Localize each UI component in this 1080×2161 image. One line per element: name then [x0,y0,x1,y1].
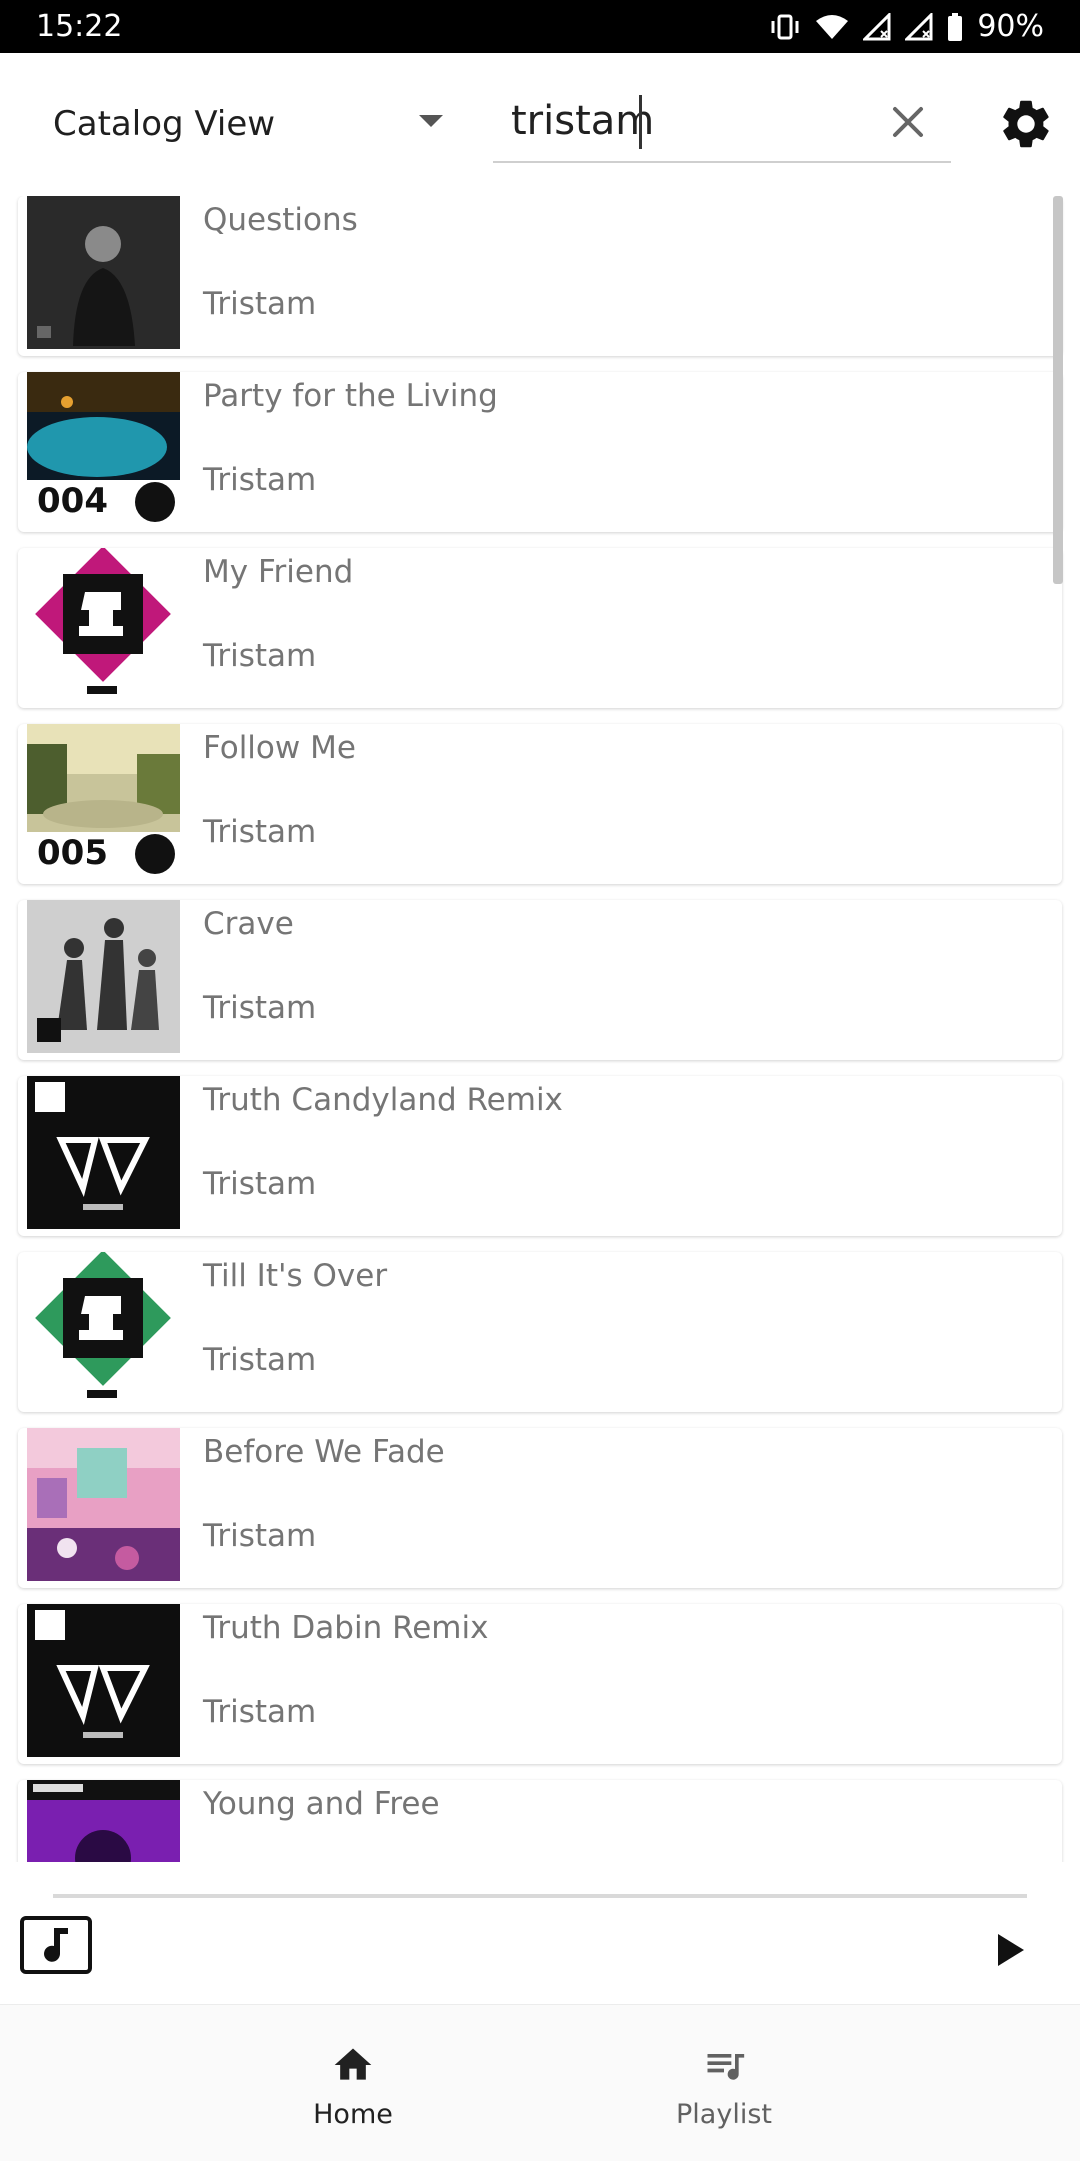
track-artist: Tristam [203,990,317,1026]
track-title: Before We Fade [203,1434,445,1470]
dropdown-caret-icon [419,115,443,127]
track-title: Truth Dabin Remix [203,1610,489,1646]
track-row[interactable]: Young and Free [18,1780,1062,1862]
mini-player [0,1862,1080,2004]
nav-home-label: Home [313,2099,393,2130]
album-art: 004 [27,372,180,525]
bottom-navigation: Home Playlist [0,2004,1080,2161]
catalog-view-dropdown[interactable]: Catalog View [53,91,443,157]
status-bar: 15:22 90% [0,0,1080,53]
text-cursor [639,95,642,149]
track-title: Questions [203,202,358,238]
home-icon [334,2048,372,2080]
album-art [27,196,180,349]
track-title: Young and Free [203,1786,440,1822]
track-title: Follow Me [203,730,356,766]
track-title: Crave [203,906,294,942]
track-title: My Friend [203,554,354,590]
album-art [27,548,180,701]
search-box [493,83,951,163]
album-art [27,1428,180,1581]
track-row[interactable]: Crave Tristam [18,900,1062,1060]
track-artist: Tristam [203,1342,317,1378]
list-scrollbar[interactable] [1053,196,1063,584]
album-art: 005 [27,724,180,877]
track-row[interactable]: My Friend Tristam [18,548,1062,708]
track-title: Till It's Over [203,1258,388,1294]
settings-button[interactable] [997,95,1055,153]
track-row[interactable]: Truth Dabin Remix Tristam [18,1604,1062,1764]
nav-playlist-label: Playlist [676,2099,772,2130]
svg-text:005: 005 [37,833,108,873]
play-button[interactable] [994,1932,1026,1968]
status-icons: 90% [769,9,1044,44]
track-row[interactable]: 004 Party for the Living Tristam [18,372,1062,532]
svg-text:004: 004 [37,481,108,521]
signal-icon-2 [905,12,933,41]
close-icon [893,107,923,137]
track-row[interactable]: Truth Candyland Remix Tristam [18,1076,1062,1236]
track-row[interactable]: 005 Follow Me Tristam [18,724,1062,884]
track-list: Questions Tristam 004 Party for the Livi… [0,196,1080,1862]
battery-percent: 90% [977,9,1044,44]
track-row[interactable]: Till It's Over Tristam [18,1252,1062,1412]
track-artist: Tristam [203,814,317,850]
track-artist: Tristam [203,462,317,498]
wifi-icon [815,13,849,41]
battery-icon [947,12,963,41]
toolbar: Catalog View [0,53,1080,196]
track-artist: Tristam [203,1694,317,1730]
album-art [27,1076,180,1229]
catalog-view-label: Catalog View [53,104,276,144]
playback-progress[interactable] [53,1894,1027,1898]
track-artist: Tristam [203,286,317,322]
playlist-icon [707,2054,745,2080]
clear-search-button[interactable] [885,99,931,145]
nav-home[interactable]: Home [253,2005,453,2161]
track-row[interactable]: Questions Tristam [18,196,1062,356]
gear-icon [1003,100,1049,148]
status-time: 15:22 [36,9,123,44]
track-title: Truth Candyland Remix [203,1082,563,1118]
search-input[interactable] [511,93,851,149]
nav-playlist[interactable]: Playlist [624,2005,824,2161]
album-art [27,1252,180,1405]
track-title: Party for the Living [203,378,498,414]
play-icon [998,1934,1024,1966]
vibrate-icon [769,14,801,40]
album-art [27,1604,180,1757]
track-artist: Tristam [203,638,317,674]
track-row[interactable]: Before We Fade Tristam [18,1428,1062,1588]
album-art [27,900,180,1053]
signal-icon [863,12,891,41]
track-artist: Tristam [203,1518,317,1554]
album-art [27,1780,180,1862]
track-artist: Tristam [203,1166,317,1202]
music-note-icon[interactable] [20,1916,92,1974]
